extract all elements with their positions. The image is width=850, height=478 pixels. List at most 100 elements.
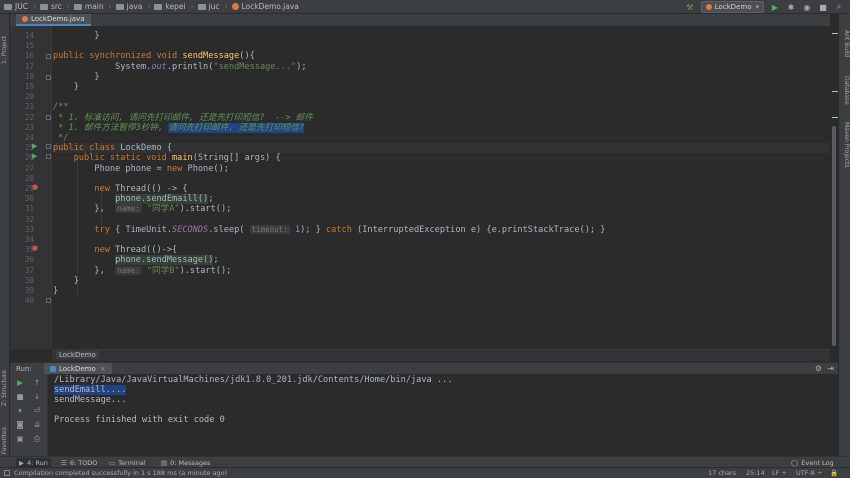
- fold-icon[interactable]: [46, 154, 51, 159]
- breadcrumb-class[interactable]: LockDemo: [56, 351, 99, 359]
- messages-tool-button[interactable]: ▤ 0: Messages: [158, 458, 213, 467]
- editor-scrollbar[interactable]: [830, 26, 838, 349]
- line-number: 31: [24, 204, 34, 214]
- scroll-to-end-icon[interactable]: ⇊: [32, 420, 42, 430]
- maven-projects-tool-button[interactable]: Maven Projects: [843, 122, 850, 167]
- breadcrumb-item-java[interactable]: java ›: [115, 2, 150, 11]
- folder-icon: [73, 3, 82, 10]
- debug-icon[interactable]: ✱: [786, 2, 796, 12]
- code-line: new Thread(()->{: [53, 245, 178, 256]
- run-panel-header: Run: LockDemo × ⚙ ⇥: [10, 362, 838, 375]
- breadcrumb-item-kepei[interactable]: kepei ›: [154, 2, 194, 11]
- tool-window-bar: ▶ 4: Run ☰ 6: TODO ▭ Terminal ▤ 0: Messages …: [0, 456, 850, 467]
- run-icon: ▶: [19, 458, 24, 467]
- run-config-icon: [50, 366, 56, 372]
- code-line: }: [53, 31, 100, 41]
- build-hammer-icon[interactable]: ⚒: [685, 2, 695, 12]
- fold-icon[interactable]: [46, 54, 51, 59]
- error-stripe-mark[interactable]: [832, 117, 838, 118]
- print-icon[interactable]: ⎙: [32, 434, 42, 444]
- breadcrumb-item-juc[interactable]: JUC ›: [4, 2, 36, 11]
- ant-build-tool-button[interactable]: Ant Build: [843, 30, 850, 57]
- event-log-button[interactable]: ◯ Event Log: [788, 458, 837, 467]
- hide-panel-icon[interactable]: ⇥: [827, 364, 834, 373]
- stop-icon[interactable]: ■: [818, 2, 828, 12]
- code-editor[interactable]: } public synchronized void sendMessage()…: [53, 26, 830, 349]
- code-line: * 1. 标准访问, 请问先打印邮件, 还是先打印短信? --> 邮件: [53, 112, 313, 123]
- console-line: sendMessage...: [54, 395, 127, 405]
- breadcrumb-item-file[interactable]: LockDemo.java: [231, 2, 299, 11]
- code-line: new Thread(() -> {: [53, 184, 188, 194]
- stop-icon[interactable]: ■: [15, 392, 25, 402]
- line-separator[interactable]: LF ÷: [772, 469, 787, 477]
- todo-tool-button[interactable]: ☰ 6: TODO: [58, 458, 100, 467]
- editor-gutter: 14 15 16 17 18 19 20 21 22 23 24 25 26 2…: [10, 26, 52, 349]
- code-line: public synchronized void sendMessage(){: [53, 51, 255, 62]
- scrollbar-thumb[interactable]: [832, 126, 836, 346]
- code-line: }: [53, 275, 79, 286]
- run-main-gutter-icon[interactable]: ▶: [32, 151, 37, 161]
- line-number: 40: [24, 296, 34, 306]
- structure-tool-button[interactable]: Z: Structure: [1, 370, 8, 406]
- fold-icon[interactable]: [46, 298, 51, 303]
- error-stripe-mark[interactable]: [832, 91, 838, 92]
- code-line: public static void main(String[] args) {: [53, 153, 281, 164]
- line-number: 26: [24, 153, 34, 163]
- line-number: 16: [24, 51, 34, 61]
- code-line: }: [53, 71, 100, 82]
- breadcrumb-item-juc-package[interactable]: juc ›: [197, 2, 228, 11]
- folder-icon: [154, 3, 163, 10]
- run-class-gutter-icon[interactable]: ▶: [32, 141, 37, 151]
- terminal-tool-button[interactable]: ▭ Terminal: [106, 458, 149, 467]
- line-number: 25: [24, 143, 34, 153]
- breadcrumb-item-src[interactable]: src ›: [39, 2, 70, 11]
- camera-icon[interactable]: ◙: [15, 420, 25, 430]
- file-encoding[interactable]: UTF-8 ÷: [796, 469, 822, 477]
- fold-icon[interactable]: [46, 144, 51, 149]
- rerun-icon[interactable]: ▶: [15, 378, 25, 388]
- lambda-breakpoint-icon[interactable]: ●: [32, 243, 38, 253]
- lock-icon[interactable]: 🔒: [830, 469, 838, 477]
- pause-icon[interactable]: ⏸: [15, 406, 25, 416]
- event-log-icon: ◯: [791, 458, 799, 467]
- search-icon[interactable]: ⌕: [834, 2, 844, 12]
- run-panel-toolbar: ▶ ↑ ■ ↓ ⏸ ⏎ ◙ ⇊ ▣ ⎙: [10, 374, 48, 456]
- lambda-breakpoint-icon[interactable]: ●: [32, 182, 38, 192]
- run-configuration-select[interactable]: LockDemo ▾: [700, 1, 764, 13]
- line-number: 35: [24, 245, 34, 255]
- console-line: /Library/Java/JavaVirtualMachines/jdk1.8…: [54, 375, 453, 385]
- close-icon[interactable]: ×: [100, 365, 106, 373]
- code-line: }: [53, 286, 59, 296]
- fold-icon[interactable]: [46, 115, 51, 120]
- tab-lockdemo-java[interactable]: LockDemo.java: [16, 14, 91, 26]
- run-panel-label: Run:: [16, 365, 32, 373]
- folder-icon: [4, 3, 12, 10]
- project-tool-button[interactable]: 1: Project: [1, 36, 8, 64]
- selected-text: 请问先打印邮件, 还是先打印短信?: [168, 122, 305, 133]
- console-line: Process finished with exit code 0: [54, 415, 225, 425]
- line-number: 39: [24, 286, 34, 295]
- line-number: 37: [24, 265, 34, 275]
- gear-icon[interactable]: ⚙: [815, 364, 822, 373]
- folder-icon: [197, 3, 206, 10]
- java-class-icon: [231, 3, 239, 10]
- coverage-icon[interactable]: ◉: [802, 2, 812, 12]
- line-number: 32: [24, 214, 34, 224]
- status-message[interactable]: Compilation completed successfully in 1 …: [4, 469, 227, 477]
- error-stripe-mark[interactable]: [832, 33, 838, 34]
- caret-position[interactable]: 25:14: [746, 469, 765, 477]
- right-tool-strip: Ant Build Database Maven Projects: [838, 14, 850, 456]
- soft-wrap-icon[interactable]: ⏎: [32, 406, 42, 416]
- breadcrumb-item-main[interactable]: main ›: [73, 2, 112, 11]
- console-output[interactable]: /Library/Java/JavaVirtualMachines/jdk1.8…: [49, 374, 838, 456]
- run-tool-button[interactable]: ▶ 4: Run: [16, 458, 51, 467]
- down-arrow-icon[interactable]: ↓: [32, 392, 42, 402]
- todo-icon: ☰: [61, 458, 67, 467]
- restore-layout-icon[interactable]: ▣: [15, 434, 25, 444]
- database-tool-button[interactable]: Database: [843, 76, 850, 105]
- messages-icon: ▤: [161, 458, 168, 467]
- run-icon[interactable]: ▶: [770, 2, 780, 12]
- up-arrow-icon[interactable]: ↑: [32, 378, 42, 388]
- fold-icon[interactable]: [46, 75, 51, 80]
- java-class-icon: [22, 16, 28, 22]
